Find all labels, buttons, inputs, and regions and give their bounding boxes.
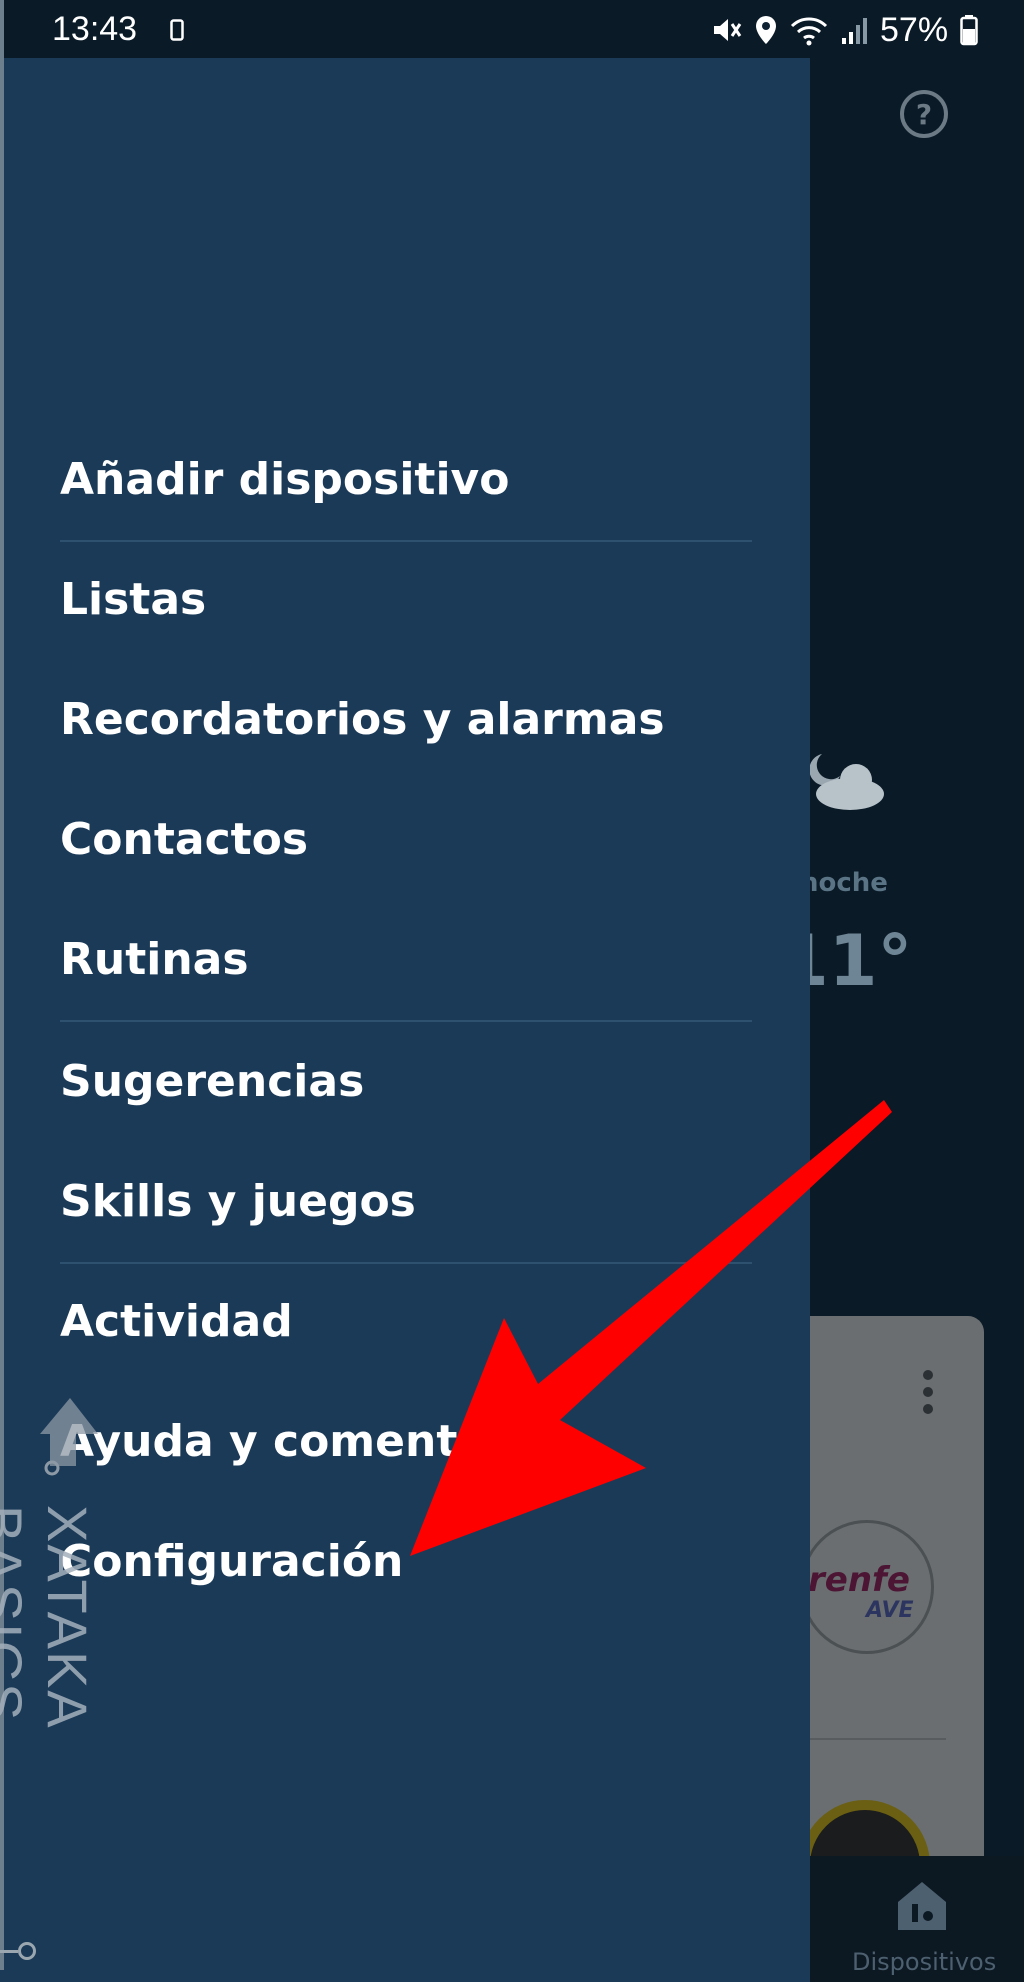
skill-logo-subtext: AVE (866, 1598, 914, 1623)
menu-item-skills-games[interactable]: Skills y juegos (60, 1162, 752, 1242)
phone-icon (170, 19, 184, 41)
help-icon[interactable]: ? (898, 88, 950, 140)
cloud-moon-icon (809, 754, 884, 810)
menu-item-suggestions[interactable]: Sugerencias (60, 1042, 752, 1122)
menu-item-routines[interactable]: Rutinas (60, 920, 752, 1000)
weather-period-label: noche (800, 868, 888, 898)
status-bar: 13:43 57% (0, 0, 1024, 58)
menu-divider (60, 1262, 752, 1264)
signal-icon (842, 18, 867, 44)
watermark-text: XATAKA BASICS (0, 1505, 99, 1727)
card-divider (790, 1738, 946, 1740)
mute-vibrate-icon (714, 19, 742, 41)
devices-icon[interactable] (894, 1878, 950, 1934)
menu-item-lists[interactable]: Listas (60, 560, 752, 640)
menu-divider (60, 540, 752, 542)
battery-icon (960, 15, 978, 46)
watermark-edge-dot (18, 1942, 36, 1960)
battery-percentage: 57% (880, 10, 949, 49)
watermark-logo-icon (40, 1398, 98, 1476)
more-options-icon[interactable] (916, 1370, 940, 1424)
menu-item-contacts[interactable]: Contactos (60, 800, 752, 880)
nav-devices-label[interactable]: Dispositivos (852, 1948, 996, 1976)
menu-divider (60, 1020, 752, 1022)
wifi-icon (790, 17, 828, 46)
menu-item-add-device[interactable]: Añadir dispositivo (60, 440, 752, 520)
menu-item-help-feedback[interactable]: Ayuda y comentarios (60, 1402, 752, 1482)
menu-item-activity[interactable]: Actividad (60, 1282, 752, 1362)
status-icons: 57% (710, 10, 978, 49)
menu-item-settings[interactable]: Configuración (60, 1522, 752, 1602)
menu-item-reminders-alarms[interactable]: Recordatorios y alarmas (60, 680, 752, 760)
watermark-edge-connector (0, 1950, 18, 1953)
status-time: 13:43 (52, 10, 138, 48)
skill-logo-text: renfe (808, 1560, 910, 1600)
location-icon (756, 16, 776, 44)
svg-text:?: ? (916, 98, 932, 131)
navigation-drawer: Añadir dispositivo Listas Recordatorios … (0, 58, 810, 1982)
